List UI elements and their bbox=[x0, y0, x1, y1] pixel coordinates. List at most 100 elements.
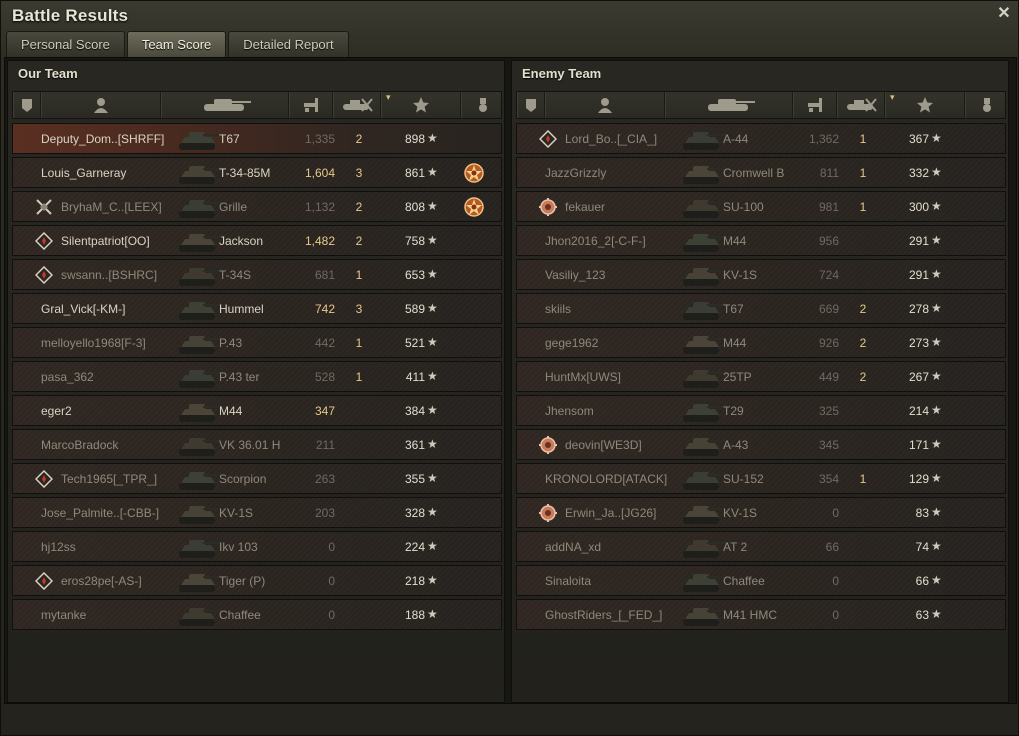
player-row[interactable]: Deputy_Dom..[SHRFF] T67 1,335 2 898 ★ bbox=[12, 123, 502, 154]
player-name[interactable]: Jhensom bbox=[545, 404, 695, 418]
medal-icon[interactable] bbox=[463, 162, 485, 184]
player-row[interactable]: hj12ss Ikv 103 0 224 ★ bbox=[12, 531, 502, 562]
star-icon: ★ bbox=[427, 573, 438, 587]
player-row[interactable]: melloyello1968[F-3] P.43 442 1 521 ★ bbox=[12, 327, 502, 358]
xp-value: 367 bbox=[908, 132, 929, 146]
xp-column-header[interactable]: ▾ bbox=[885, 92, 965, 118]
player-row[interactable]: Erwin_Ja..[JG26] KV-1S 0 83 ★ bbox=[516, 497, 1006, 528]
player-name[interactable]: mytanke bbox=[41, 608, 191, 622]
player-row[interactable]: MarcoBradock VK 36.01 H 211 361 ★ bbox=[12, 429, 502, 460]
xp-value: 74 bbox=[915, 540, 929, 554]
vehicle-name: KV-1S bbox=[723, 506, 758, 520]
player-name[interactable]: Deputy_Dom..[SHRFF] bbox=[41, 132, 191, 146]
player-row[interactable]: mytanke Chaffee 0 188 ★ bbox=[12, 599, 502, 630]
star-icon: ★ bbox=[427, 471, 438, 485]
player-name[interactable]: gege1962 bbox=[545, 336, 695, 350]
player-row[interactable]: Jhensom T29 325 214 ★ bbox=[516, 395, 1006, 426]
kills-value: 2 bbox=[859, 302, 867, 316]
star-icon: ★ bbox=[427, 369, 438, 383]
star-icon: ★ bbox=[931, 301, 942, 315]
player-row[interactable]: Silentpatriot[OO] Jackson 1,482 2 758 ★ bbox=[12, 225, 502, 256]
kills-column-header[interactable] bbox=[333, 92, 381, 118]
star-icon: ★ bbox=[427, 539, 438, 553]
damage-column-header[interactable] bbox=[793, 92, 837, 118]
player-icon bbox=[94, 98, 108, 113]
player-name[interactable]: KRONOLORD[ATACK] bbox=[545, 472, 695, 486]
xp-value: 188 bbox=[404, 608, 425, 622]
damage-value: 0 bbox=[328, 574, 335, 588]
medal-column-header[interactable] bbox=[461, 92, 503, 118]
kills-column-header[interactable] bbox=[837, 92, 885, 118]
player-name[interactable]: Gral_Vick[-KM-] bbox=[41, 302, 191, 316]
player-row[interactable]: fekauer SU-100 981 1 300 ★ bbox=[516, 191, 1006, 222]
medal-icon[interactable] bbox=[463, 196, 485, 218]
player-row[interactable]: eger2 M44 347 384 ★ bbox=[12, 395, 502, 426]
tab-personal-score[interactable]: Personal Score bbox=[6, 31, 125, 57]
player-row[interactable]: GhostRiders_[_FED_] M41 HMC 0 63 ★ bbox=[516, 599, 1006, 630]
player-row[interactable]: JazzGrizzly Cromwell B 811 1 332 ★ bbox=[516, 157, 1006, 188]
player-name[interactable]: Sinaloita bbox=[545, 574, 695, 588]
player-name[interactable]: Jose_Palmite..[-CBB-] bbox=[41, 506, 191, 520]
star-icon: ★ bbox=[931, 539, 942, 553]
badge-column-header[interactable] bbox=[517, 92, 545, 118]
player-row[interactable]: deovin[WE3D] A-43 345 171 ★ bbox=[516, 429, 1006, 460]
xp-value: 83 bbox=[915, 506, 929, 520]
player-row[interactable]: BryhaM_C..[LEEX] Grille 1,132 2 808 ★ bbox=[12, 191, 502, 222]
damage-value: 347 bbox=[314, 404, 335, 418]
player-name[interactable]: MarcoBradock bbox=[41, 438, 191, 452]
player-name[interactable]: Louis_Garneray bbox=[41, 166, 191, 180]
xp-value: 278 bbox=[908, 302, 929, 316]
star-icon: ★ bbox=[931, 403, 942, 417]
tab-detailed-report[interactable]: Detailed Report bbox=[228, 31, 349, 57]
player-row[interactable]: eros28pe[-AS-] Tiger (P) 0 218 ★ bbox=[12, 565, 502, 596]
player-row[interactable]: Gral_Vick[-KM-] Hummel 742 3 589 ★ bbox=[12, 293, 502, 324]
player-name[interactable]: addNA_xd bbox=[545, 540, 695, 554]
player-row[interactable]: KRONOLORD[ATACK] SU-152 354 1 129 ★ bbox=[516, 463, 1006, 494]
player-name[interactable]: hj12ss bbox=[41, 540, 191, 554]
player-row[interactable]: swsann..[BSHRC] T-34S 681 1 653 ★ bbox=[12, 259, 502, 290]
vehicle-name: A-43 bbox=[723, 438, 749, 452]
player-name[interactable]: pasa_362 bbox=[41, 370, 191, 384]
damage-value: 1,335 bbox=[304, 132, 335, 146]
kills-icon bbox=[343, 98, 373, 112]
player-row[interactable]: skiils T67 669 2 278 ★ bbox=[516, 293, 1006, 324]
player-name[interactable]: skiils bbox=[545, 302, 695, 316]
player-row[interactable]: addNA_xd AT 2 66 74 ★ bbox=[516, 531, 1006, 562]
player-name[interactable]: GhostRiders_[_FED_] bbox=[545, 608, 695, 622]
xp-value: 332 bbox=[908, 166, 929, 180]
medal-column-header[interactable] bbox=[965, 92, 1007, 118]
player-name[interactable]: Vasiliy_123 bbox=[545, 268, 695, 282]
close-icon[interactable]: ✕ bbox=[995, 5, 1013, 23]
damage-column-header[interactable] bbox=[289, 92, 333, 118]
player-name[interactable]: melloyello1968[F-3] bbox=[41, 336, 191, 350]
player-column-header[interactable] bbox=[545, 92, 665, 118]
player-name[interactable]: eger2 bbox=[41, 404, 191, 418]
player-row[interactable]: pasa_362 P.43 ter 528 1 411 ★ bbox=[12, 361, 502, 392]
gear-emblem-icon bbox=[539, 504, 557, 522]
player-row[interactable]: Vasiliy_123 KV-1S 724 291 ★ bbox=[516, 259, 1006, 290]
player-row[interactable]: Lord_Bo..[_CIA_] A-44 1,362 1 367 ★ bbox=[516, 123, 1006, 154]
player-name[interactable]: JazzGrizzly bbox=[545, 166, 695, 180]
vehicle-column-header[interactable] bbox=[161, 92, 289, 118]
tab-team-score[interactable]: Team Score bbox=[126, 31, 227, 57]
vehicle-column-header[interactable] bbox=[665, 92, 793, 118]
player-name[interactable]: Jhon2016_2[-C-F-] bbox=[545, 234, 695, 248]
vehicle-name: VK 36.01 H bbox=[219, 438, 281, 452]
player-column-header[interactable] bbox=[41, 92, 161, 118]
xp-value: 411 bbox=[405, 370, 425, 384]
player-row[interactable]: Sinaloita Chaffee 0 66 ★ bbox=[516, 565, 1006, 596]
vehicle-name: Chaffee bbox=[219, 608, 261, 622]
player-row[interactable]: Louis_Garneray T-34-85M 1,604 3 861 ★ bbox=[12, 157, 502, 188]
player-name[interactable]: HuntMx[UWS] bbox=[545, 370, 695, 384]
kills-icon bbox=[847, 98, 877, 112]
player-row[interactable]: gege1962 M44 926 2 273 ★ bbox=[516, 327, 1006, 358]
crossed-swords-icon bbox=[35, 198, 53, 216]
star-icon: ★ bbox=[931, 369, 942, 383]
xp-column-header[interactable]: ▾ bbox=[381, 92, 461, 118]
player-row[interactable]: Tech1965[_TPR_] Scorpion 263 355 ★ bbox=[12, 463, 502, 494]
badge-column-header[interactable] bbox=[13, 92, 41, 118]
player-row[interactable]: HuntMx[UWS] 25TP 449 2 267 ★ bbox=[516, 361, 1006, 392]
enemy-team-panel: Enemy Team ▾ Lord_Bo..[_CIA_] A-44 1,362 1 36… bbox=[511, 60, 1009, 703]
player-row[interactable]: Jose_Palmite..[-CBB-] KV-1S 203 328 ★ bbox=[12, 497, 502, 528]
player-row[interactable]: Jhon2016_2[-C-F-] M44 956 291 ★ bbox=[516, 225, 1006, 256]
